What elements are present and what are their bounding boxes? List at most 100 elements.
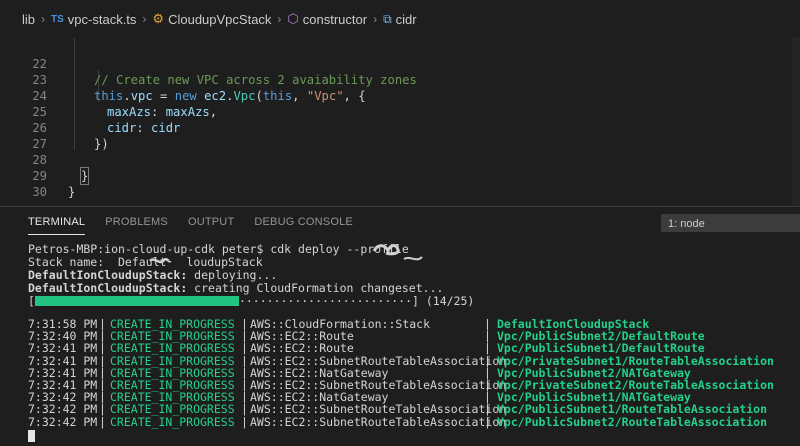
code-line: 27 <box>0 120 47 151</box>
breadcrumb-item-class[interactable]: CloudupVpcStack <box>168 12 271 27</box>
tab-output[interactable]: OUTPUT <box>178 207 244 237</box>
event-logical-id: Vpc/PrivateSubnet2/RouteTableAssociation <box>497 378 774 392</box>
redaction-scribble <box>149 257 172 264</box>
column-separator: | <box>99 378 106 392</box>
event-logical-id: Vpc/PublicSubnet1/RouteTableAssociation <box>497 402 768 417</box>
column-separator: | <box>484 378 491 392</box>
deploying-text: deploying... <box>187 268 278 282</box>
event-logical-id: Vpc/PublicSubnet2/RouteTableAssociation <box>497 414 768 429</box>
event-status: CREATE_IN_PROGRESS <box>110 365 235 380</box>
event-resource-type: AWS::CloudFormation::Stack <box>250 317 431 331</box>
code-line: 28 } <box>0 136 90 185</box>
column-separator: | <box>484 341 491 356</box>
column-separator: | <box>99 329 106 344</box>
column-separator: | <box>484 414 491 429</box>
column-separator: | <box>99 365 106 380</box>
code-text: } <box>79 167 90 185</box>
column-separator: | <box>241 378 248 392</box>
tab-terminal[interactable]: TERMINAL <box>0 207 95 237</box>
method-icon: ⬡ <box>287 11 299 26</box>
event-resource-type: AWS::EC2::NatGateway <box>250 365 389 380</box>
breadcrumb-item-file[interactable]: vpc-stack.ts <box>68 12 137 27</box>
column-separator: | <box>484 329 491 344</box>
column-separator: | <box>484 317 491 331</box>
terminal-select[interactable]: 1: node <box>661 214 800 232</box>
code-text: this.vpc = new ec2.Vpc(this, "Vpc", { <box>94 89 366 103</box>
column-separator: | <box>484 390 491 405</box>
event-time: 7:32:41 PM <box>28 365 98 380</box>
progress-open: [ <box>28 294 35 308</box>
minimap[interactable] <box>792 38 800 206</box>
breadcrumb-item-variable[interactable]: cidr <box>396 12 417 27</box>
indent-guide <box>74 38 75 150</box>
breadcrumb-item-method[interactable]: constructor <box>303 12 367 27</box>
event-status: CREATE_IN_PROGRESS <box>110 414 235 429</box>
event-time: 7:32:42 PM <box>28 402 98 417</box>
stack-name-label: Stack name: Default <box>28 255 167 269</box>
column-separator: | <box>99 341 106 356</box>
code-line: 30 <box>0 168 47 199</box>
class-icon: ⚙ <box>152 11 165 26</box>
column-separator: | <box>241 402 248 417</box>
event-time: 7:32:41 PM <box>28 341 98 356</box>
column-separator: | <box>99 317 106 331</box>
event-time: 7:31:58 PM <box>28 317 98 331</box>
column-separator: | <box>99 414 106 429</box>
code-text: maxAzs: maxAzs, <box>107 105 218 119</box>
code-line: 25 cidr: cidr <box>0 88 180 135</box>
redaction-scribble <box>372 244 423 261</box>
event-logical-id: Vpc/PublicSubnet1/NATGateway <box>497 390 691 405</box>
typescript-icon: TS <box>51 13 64 25</box>
code-text: cidr: cidr <box>107 121 181 135</box>
event-logical-id: DefaultIonCloudupStack <box>497 317 650 331</box>
progress-bar-fill <box>34 295 239 306</box>
tab-debug-console[interactable]: DEBUG CONSOLE <box>244 207 363 237</box>
code-text: } <box>68 185 76 199</box>
column-separator: | <box>99 353 106 368</box>
chevron-right-icon: › <box>142 12 147 26</box>
terminal-cursor <box>28 429 35 442</box>
variable-icon: ⧉ <box>383 11 392 26</box>
event-time: 7:32:42 PM <box>28 390 98 405</box>
stack-label: DefaultIonCloudupStack: <box>28 281 188 295</box>
event-status: CREATE_IN_PROGRESS <box>110 402 235 417</box>
chevron-right-icon: › <box>41 12 46 26</box>
column-separator: | <box>241 317 248 331</box>
event-logical-id: Vpc/PublicSubnet2/DefaultRoute <box>497 329 705 344</box>
panel-tabs: TERMINAL PROBLEMS OUTPUT DEBUG CONSOLE <box>0 207 363 237</box>
column-separator: | <box>241 365 248 380</box>
column-separator: | <box>241 414 248 429</box>
breadcrumb: lib › TS vpc-stack.ts › ⚙ CloudupVpcStac… <box>0 0 800 38</box>
changeset-text: creating CloudFormation changeset... <box>187 281 444 295</box>
code-line: 22 // Create new VPC across 2 avaiabilit… <box>0 40 417 87</box>
event-status: CREATE_IN_PROGRESS <box>110 329 235 344</box>
column-separator: | <box>99 402 106 417</box>
breadcrumb-item-lib[interactable]: lib <box>22 12 35 27</box>
event-status: CREATE_IN_PROGRESS <box>110 341 235 356</box>
event-resource-type: AWS::EC2::Route <box>250 341 354 356</box>
code-line: 24 maxAzs: maxAzs, <box>0 72 217 119</box>
code-editor[interactable]: 22 // Create new VPC across 2 avaiabilit… <box>0 38 800 199</box>
event-logical-id: Vpc/PublicSubnet2/NATGateway <box>497 365 691 380</box>
event-resource-type: AWS::EC2::NatGateway <box>250 390 389 405</box>
event-status: CREATE_IN_PROGRESS <box>110 353 235 368</box>
chevron-right-icon: › <box>277 12 282 26</box>
stack-name-suffix: loudupStack <box>186 255 263 269</box>
tab-problems[interactable]: PROBLEMS <box>95 207 178 237</box>
event-resource-type: AWS::EC2::SubnetRouteTableAssociation <box>250 402 507 417</box>
event-time: 7:32:41 PM <box>28 378 98 392</box>
code-text: // Create new VPC across 2 avaiability z… <box>94 73 417 87</box>
column-separator: | <box>484 402 491 417</box>
event-status: CREATE_IN_PROGRESS <box>110 390 235 405</box>
code-line: 26 }) <box>0 104 108 151</box>
column-separator: | <box>241 353 248 368</box>
event-time: 7:32:40 PM <box>28 329 98 344</box>
event-resource-type: AWS::EC2::SubnetRouteTableAssociation <box>250 353 507 368</box>
chevron-right-icon: › <box>373 12 378 26</box>
event-logical-id: Vpc/PublicSubnet1/DefaultRoute <box>497 341 705 356</box>
event-time: 7:32:41 PM <box>28 353 98 368</box>
event-status: CREATE_IN_PROGRESS <box>110 378 235 392</box>
code-line: 23 this.vpc = new ec2.Vpc(this, "Vpc", { <box>0 56 365 103</box>
column-separator: | <box>241 329 248 344</box>
column-separator: | <box>484 365 491 380</box>
